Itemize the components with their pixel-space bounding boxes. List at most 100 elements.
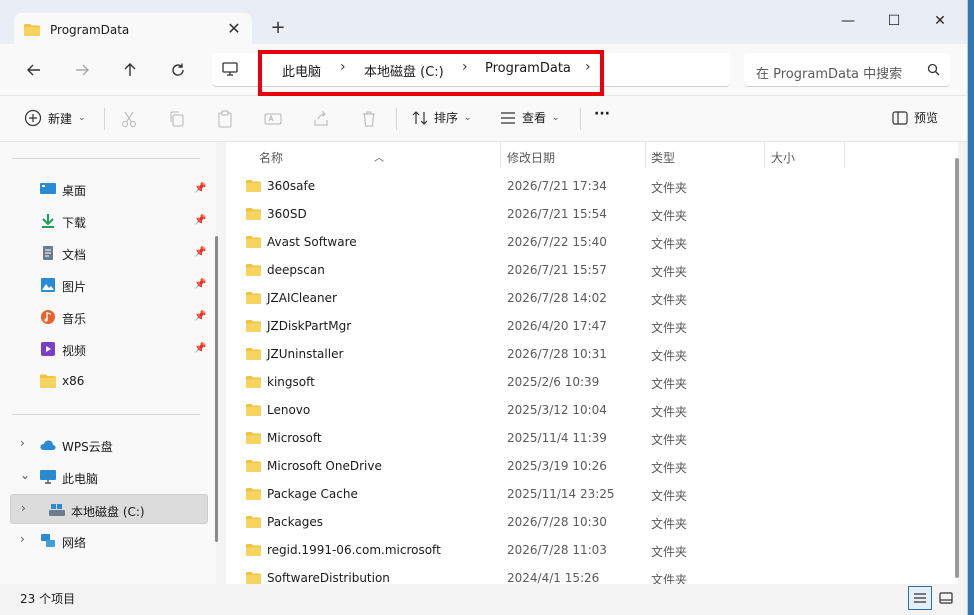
back-button[interactable] — [20, 56, 48, 84]
file-type: 文件夹 — [651, 461, 688, 475]
cut-icon[interactable] — [120, 110, 138, 128]
file-modified-date: 2026/7/28 10:31 — [507, 347, 607, 361]
file-type: 文件夹 — [651, 433, 688, 447]
table-row[interactable]: Avast Software 2026/7/22 15:40 文件夹 — [226, 228, 946, 256]
table-row[interactable]: JZDiskPartMgr 2026/4/20 17:47 文件夹 — [226, 312, 946, 340]
table-row[interactable]: JZUninstaller 2026/7/28 10:31 文件夹 — [226, 340, 946, 368]
sidebar-item-pictures[interactable]: 图片 📌 — [0, 270, 210, 300]
sidebar-item-network[interactable]: › 网络 — [0, 526, 210, 556]
table-row[interactable]: JZAICleaner 2026/7/28 14:02 文件夹 — [226, 284, 946, 312]
file-list-scrollbar[interactable] — [955, 158, 959, 578]
chevron-down-icon: ⌄ — [464, 112, 472, 123]
view-label: 查看 — [522, 111, 547, 125]
file-type: 文件夹 — [651, 377, 688, 391]
sidebar-item-music[interactable]: 音乐 📌 — [0, 302, 210, 332]
sidebar-item-this-pc[interactable]: ⌄ 此电脑 — [0, 462, 210, 492]
sort-button[interactable]: 排序 ⌄ — [412, 109, 472, 126]
folder-icon — [246, 488, 261, 500]
copy-icon[interactable] — [168, 110, 186, 128]
folder-icon — [246, 516, 261, 528]
table-row[interactable]: 360safe 2026/7/21 17:34 文件夹 — [226, 172, 946, 200]
file-modified-date: 2025/3/12 10:04 — [507, 403, 607, 417]
table-row[interactable]: SoftwareDistribution 2024/4/1 15:26 文件夹 — [226, 564, 946, 584]
paste-icon[interactable] — [216, 110, 234, 128]
search-icon — [927, 63, 940, 76]
rename-icon[interactable] — [264, 110, 282, 128]
column-header-name[interactable]: 名称 ︿ — [226, 142, 500, 170]
tiles-view-button[interactable] — [934, 586, 958, 610]
details-view-button[interactable] — [908, 586, 932, 610]
file-type: 文件夹 — [651, 349, 688, 363]
sidebar-item-wps-cloud[interactable]: › WPS云盘 — [0, 430, 210, 460]
download-icon — [42, 214, 54, 228]
table-row[interactable]: Lenovo 2025/3/12 10:04 文件夹 — [226, 396, 946, 424]
table-row[interactable]: Microsoft 2025/11/4 11:39 文件夹 — [226, 424, 946, 452]
minimize-button[interactable]: — — [828, 8, 868, 34]
file-name: kingsoft — [267, 375, 315, 389]
close-tab-icon[interactable]: ✕ — [224, 19, 244, 39]
file-modified-date: 2026/7/21 15:57 — [507, 263, 607, 277]
refresh-button[interactable] — [164, 56, 192, 84]
share-icon[interactable] — [312, 110, 330, 128]
column-header-size[interactable]: 大小 — [765, 142, 845, 170]
preview-pane-button[interactable]: 预览 — [892, 109, 938, 126]
sidebar-item-documents[interactable]: 文档 📌 — [0, 238, 210, 268]
divider — [396, 108, 397, 130]
file-modified-date: 2026/7/21 17:34 — [507, 179, 607, 193]
sidebar-item-downloads[interactable]: 下载 📌 — [0, 206, 210, 236]
pin-icon: 📌 — [194, 215, 207, 226]
file-modified-date: 2024/4/1 15:26 — [507, 571, 600, 584]
table-row[interactable]: Packages 2026/7/28 10:30 文件夹 — [226, 508, 946, 536]
sidebar-scrollbar[interactable] — [215, 236, 218, 542]
table-row[interactable]: Package Cache 2025/11/14 23:25 文件夹 — [226, 480, 946, 508]
sort-icon — [412, 110, 428, 125]
pictures-icon — [41, 278, 55, 292]
chevron-right-icon[interactable]: › — [20, 532, 25, 546]
column-divider[interactable] — [844, 142, 845, 168]
close-window-button[interactable]: ✕ — [920, 8, 960, 34]
table-row[interactable]: deepscan 2026/7/21 15:57 文件夹 — [226, 256, 946, 284]
title-bar: ProgramData ✕ + — ☐ ✕ — [0, 0, 967, 46]
chevron-right-icon[interactable]: › — [20, 436, 25, 450]
file-name: deepscan — [267, 263, 325, 277]
view-list-icon — [501, 111, 515, 124]
chevron-down-icon[interactable]: ⌄ — [20, 468, 30, 482]
column-header-modified[interactable]: 修改日期 — [501, 142, 645, 170]
more-options-button[interactable]: ··· — [594, 106, 610, 122]
new-button[interactable]: 新建 ⌄ — [24, 109, 86, 127]
file-modified-date: 2025/3/19 10:26 — [507, 459, 607, 473]
table-row[interactable]: kingsoft 2025/2/6 10:39 文件夹 — [226, 368, 946, 396]
chevron-right-icon[interactable]: › — [21, 501, 26, 515]
folder-icon — [246, 180, 261, 192]
file-type: 文件夹 — [651, 405, 688, 419]
new-label: 新建 — [48, 111, 73, 126]
search-box[interactable]: 在 ProgramData 中搜索 — [744, 53, 950, 87]
arrow-right-icon — [76, 64, 89, 76]
sidebar-item-x86[interactable]: x86 — [0, 366, 210, 396]
view-button[interactable]: 查看 ⌄ — [500, 109, 560, 126]
file-modified-date: 2026/7/28 11:03 — [507, 543, 607, 557]
sidebar-item-label: 此电脑 — [62, 472, 99, 486]
forward-button[interactable] — [68, 56, 96, 84]
file-type: 文件夹 — [651, 321, 688, 335]
table-row[interactable]: Microsoft OneDrive 2025/3/19 10:26 文件夹 — [226, 452, 946, 480]
computer-icon — [222, 62, 238, 76]
chevron-down-icon: ⌄ — [78, 113, 86, 123]
tab-programdata[interactable]: ProgramData ✕ — [14, 13, 252, 46]
table-row[interactable]: regid.1991-06.com.microsoft 2026/7/28 11:… — [226, 536, 946, 564]
sidebar-item-videos[interactable]: 视频 📌 — [0, 334, 210, 364]
preview-label: 预览 — [914, 111, 939, 125]
new-tab-button[interactable]: + — [268, 18, 288, 38]
sidebar-item-desktop[interactable]: 桌面 📌 — [0, 174, 210, 204]
search-input[interactable]: 在 ProgramData 中搜索 — [756, 63, 902, 82]
sidebar-item-label: 文档 — [62, 248, 87, 262]
sidebar-item-local-disk-c[interactable]: › 本地磁盘 (C:) — [10, 494, 208, 524]
sidebar-item-label: WPS云盘 — [62, 440, 113, 454]
up-button[interactable] — [116, 56, 144, 84]
maximize-button[interactable]: ☐ — [874, 8, 914, 34]
divider — [104, 108, 105, 130]
column-header-type[interactable]: 类型 — [646, 142, 764, 170]
file-name: 360safe — [267, 179, 316, 193]
delete-icon[interactable] — [360, 110, 378, 128]
table-row[interactable]: 360SD 2026/7/21 15:54 文件夹 — [226, 200, 946, 228]
